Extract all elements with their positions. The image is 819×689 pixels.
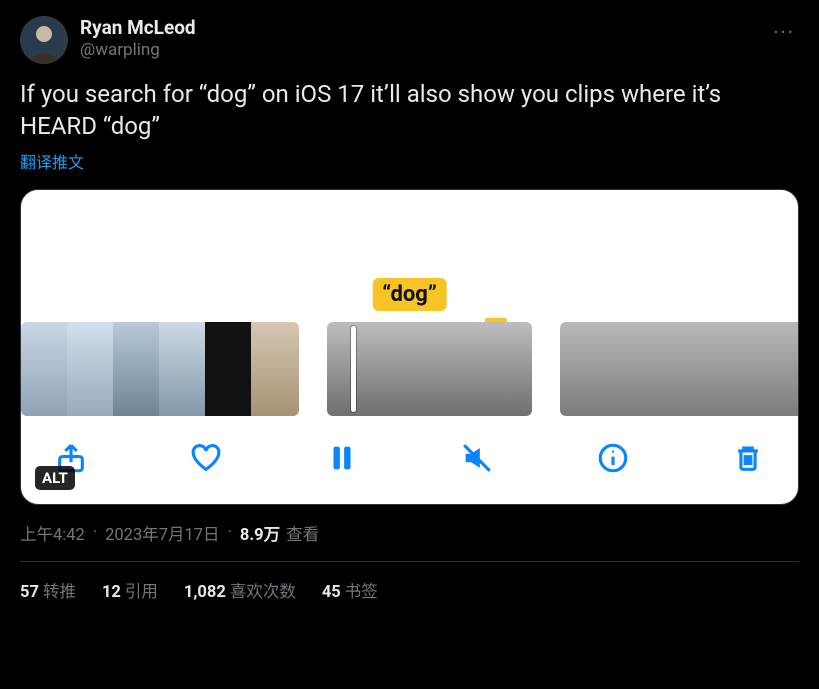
handle[interactable]: @warpling: [80, 40, 196, 61]
stat-retweets-label: 转推: [43, 583, 76, 602]
stat-retweets-count: 57: [20, 583, 39, 602]
like-button[interactable]: [186, 438, 226, 478]
scrubber-playhead[interactable]: [351, 326, 356, 412]
audio-caption-pill: “dog”: [372, 278, 447, 311]
mute-button[interactable]: [457, 438, 497, 478]
avatar-placeholder-icon: [20, 16, 68, 64]
info-icon: [596, 441, 630, 475]
stats-row: 57转推 12引用 1,082喜欢次数 45书签: [20, 562, 799, 602]
stat-likes[interactable]: 1,082喜欢次数: [184, 578, 296, 602]
stat-retweets[interactable]: 57转推: [20, 578, 76, 602]
stat-likes-count: 1,082: [184, 583, 226, 602]
info-button[interactable]: [593, 438, 633, 478]
media-card[interactable]: “dog”: [20, 189, 799, 505]
heart-icon: [189, 441, 223, 475]
alt-badge[interactable]: ALT: [35, 466, 75, 490]
display-name[interactable]: Ryan McLeod: [80, 16, 196, 40]
clip-thumbnail-group: [21, 322, 299, 416]
pause-icon: [325, 441, 359, 475]
stat-quotes-label: 引用: [125, 583, 158, 602]
media-inner: “dog”: [21, 190, 798, 504]
stat-quotes[interactable]: 12引用: [102, 578, 158, 602]
clip-thumbnail-group: [327, 322, 533, 416]
tweet-container: Ryan McLeod @warpling ··· If you search …: [0, 0, 819, 602]
stat-bookmarks-label: 书签: [345, 583, 378, 602]
stat-bookmarks[interactable]: 45书签: [322, 578, 378, 602]
video-scrubber[interactable]: [21, 322, 798, 416]
mute-icon: [460, 441, 494, 475]
meta-time[interactable]: 上午4:42: [20, 521, 85, 545]
stat-likes-label: 喜欢次数: [230, 583, 296, 602]
meta-views-count[interactable]: 8.9万: [240, 521, 280, 545]
tweet-header: Ryan McLeod @warpling ···: [20, 16, 799, 64]
delete-button[interactable]: [728, 438, 768, 478]
video-toolbar: [21, 416, 798, 504]
avatar[interactable]: [20, 16, 68, 64]
pause-button[interactable]: [322, 438, 362, 478]
trash-icon: [731, 441, 765, 475]
tweet-meta: 上午4:42 · 2023年7月17日 · 8.9万 查看: [20, 521, 799, 545]
meta-views-label: 查看: [286, 521, 319, 545]
meta-date[interactable]: 2023年7月17日: [105, 521, 219, 545]
more-icon[interactable]: ···: [769, 16, 799, 48]
stat-bookmarks-count: 45: [322, 583, 341, 602]
translate-link[interactable]: 翻译推文: [20, 149, 799, 173]
stat-quotes-count: 12: [102, 583, 121, 602]
clip-thumbnail-group: [560, 322, 798, 416]
tweet-text: If you search for “dog” on iOS 17 it’ll …: [20, 78, 799, 143]
caption-row: “dog”: [21, 278, 798, 322]
author-block: Ryan McLeod @warpling: [80, 16, 196, 61]
